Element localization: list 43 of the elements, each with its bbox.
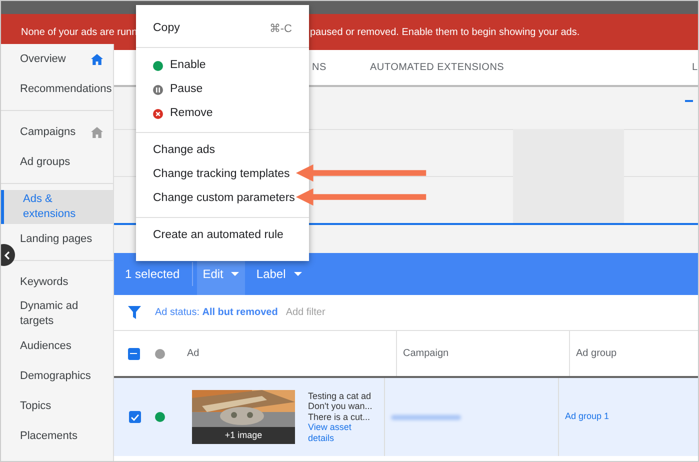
status-column-icon	[155, 348, 165, 358]
tab[interactable]: AUTOMATED EXTENSIONS	[370, 60, 504, 75]
sidebar-item[interactable]: Placements	[1, 421, 113, 451]
ad-group-link[interactable]: Ad group 1	[565, 410, 610, 424]
banner-text: paused or removed. Enable them to begin showing your ads.	[310, 26, 581, 40]
check-icon	[130, 414, 138, 420]
column-header[interactable]: Ad group	[569, 331, 698, 376]
tab[interactable]: NS	[312, 60, 326, 75]
select-all-checkbox[interactable]	[128, 348, 140, 360]
sidebar-item[interactable]: Landing pages	[1, 224, 113, 254]
sidebar-item[interactable]: Audiences	[1, 331, 113, 361]
selection-count: 1 selected	[124, 266, 181, 283]
sidebar-item[interactable]: Topics	[1, 391, 113, 421]
sidebar-item[interactable]: Ad groups	[1, 147, 113, 177]
menu-item[interactable]: Change tracking templates	[136, 163, 292, 187]
image-count-caption: +1 image	[224, 428, 264, 442]
shortcut-text: ⌘-C	[269, 22, 292, 37]
menu-item[interactable]: Create an automated rule	[136, 224, 286, 248]
menu-item[interactable]: Copy	[153, 20, 180, 38]
chevron-left-icon	[4, 250, 10, 260]
menu-item[interactable]: Change custom parameters	[136, 187, 297, 211]
blurred-campaign-name	[391, 414, 461, 420]
sidebar-item[interactable]: Demographics	[1, 361, 113, 391]
menu-item[interactable]: Enable	[136, 54, 208, 78]
view-asset-details-link[interactable]: View asset details	[308, 422, 363, 444]
sidebar-item[interactable]: Dynamic ad targets	[1, 297, 113, 331]
ad-text: Don't you wan...	[308, 401, 374, 412]
ad-text: Testing a cat ad	[308, 390, 372, 402]
menu-item[interactable]: Remove	[136, 102, 215, 126]
table-row[interactable]: +1 image Testing a cat ad Don't you wan... There is a cut... View asset details Ad group 1	[114, 378, 698, 456]
filter-icon[interactable]	[128, 306, 141, 319]
row-checkbox[interactable]	[128, 411, 140, 423]
filter-chip[interactable]: Ad status: All but removed	[155, 305, 278, 320]
menu-item[interactable]: Pause	[136, 78, 205, 102]
sidebar-item[interactable]: Overview	[1, 44, 113, 74]
sidebar-item[interactable]: Recommendations	[1, 74, 113, 104]
tab[interactable]: L	[692, 60, 698, 75]
menu-item[interactable]: Change ads	[136, 139, 218, 163]
column-header[interactable]: Campaign	[396, 331, 569, 376]
ad-text: There is a cut...	[308, 412, 372, 422]
column-header[interactable]: Ad	[187, 346, 396, 361]
sidebar-item[interactable]: Campaigns	[1, 117, 113, 147]
sidebar-item[interactable]: Keywords	[1, 267, 113, 297]
